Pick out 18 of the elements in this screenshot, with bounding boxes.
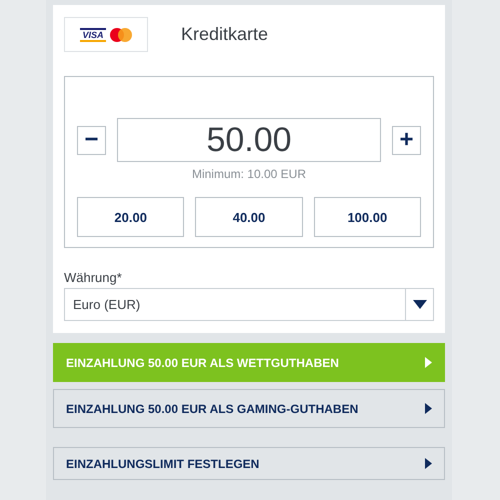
arrow-right-icon — [425, 357, 432, 368]
decrease-button[interactable]: − — [77, 126, 106, 154]
amount-field[interactable]: 50.00 — [117, 118, 381, 162]
deposit-action-button[interactable]: EINZAHLUNGSLIMIT FESTLEGEN — [53, 447, 445, 480]
increase-button[interactable]: + — [392, 126, 421, 154]
mastercard-icon — [110, 28, 132, 42]
method-title: Kreditkarte — [181, 24, 268, 45]
dropdown-caret-icon — [412, 300, 426, 309]
currency-select[interactable]: Euro (EUR) — [64, 288, 434, 321]
arrow-right-icon — [425, 458, 432, 469]
minimum-hint: Minimum: 10.00 EUR — [190, 167, 308, 181]
preset-amount-button[interactable]: 20.00 — [77, 197, 184, 237]
visa-logo: VISA — [80, 28, 106, 42]
arrow-right-icon — [425, 403, 432, 414]
currency-label: Währung* — [64, 270, 123, 285]
deposit-action-button[interactable]: EINZAHLUNG 50.00 EUR ALS GAMING-GUTHABEN — [53, 389, 445, 428]
preset-amount-button[interactable]: 100.00 — [314, 197, 421, 237]
preset-amount-button[interactable]: 40.00 — [195, 197, 303, 237]
